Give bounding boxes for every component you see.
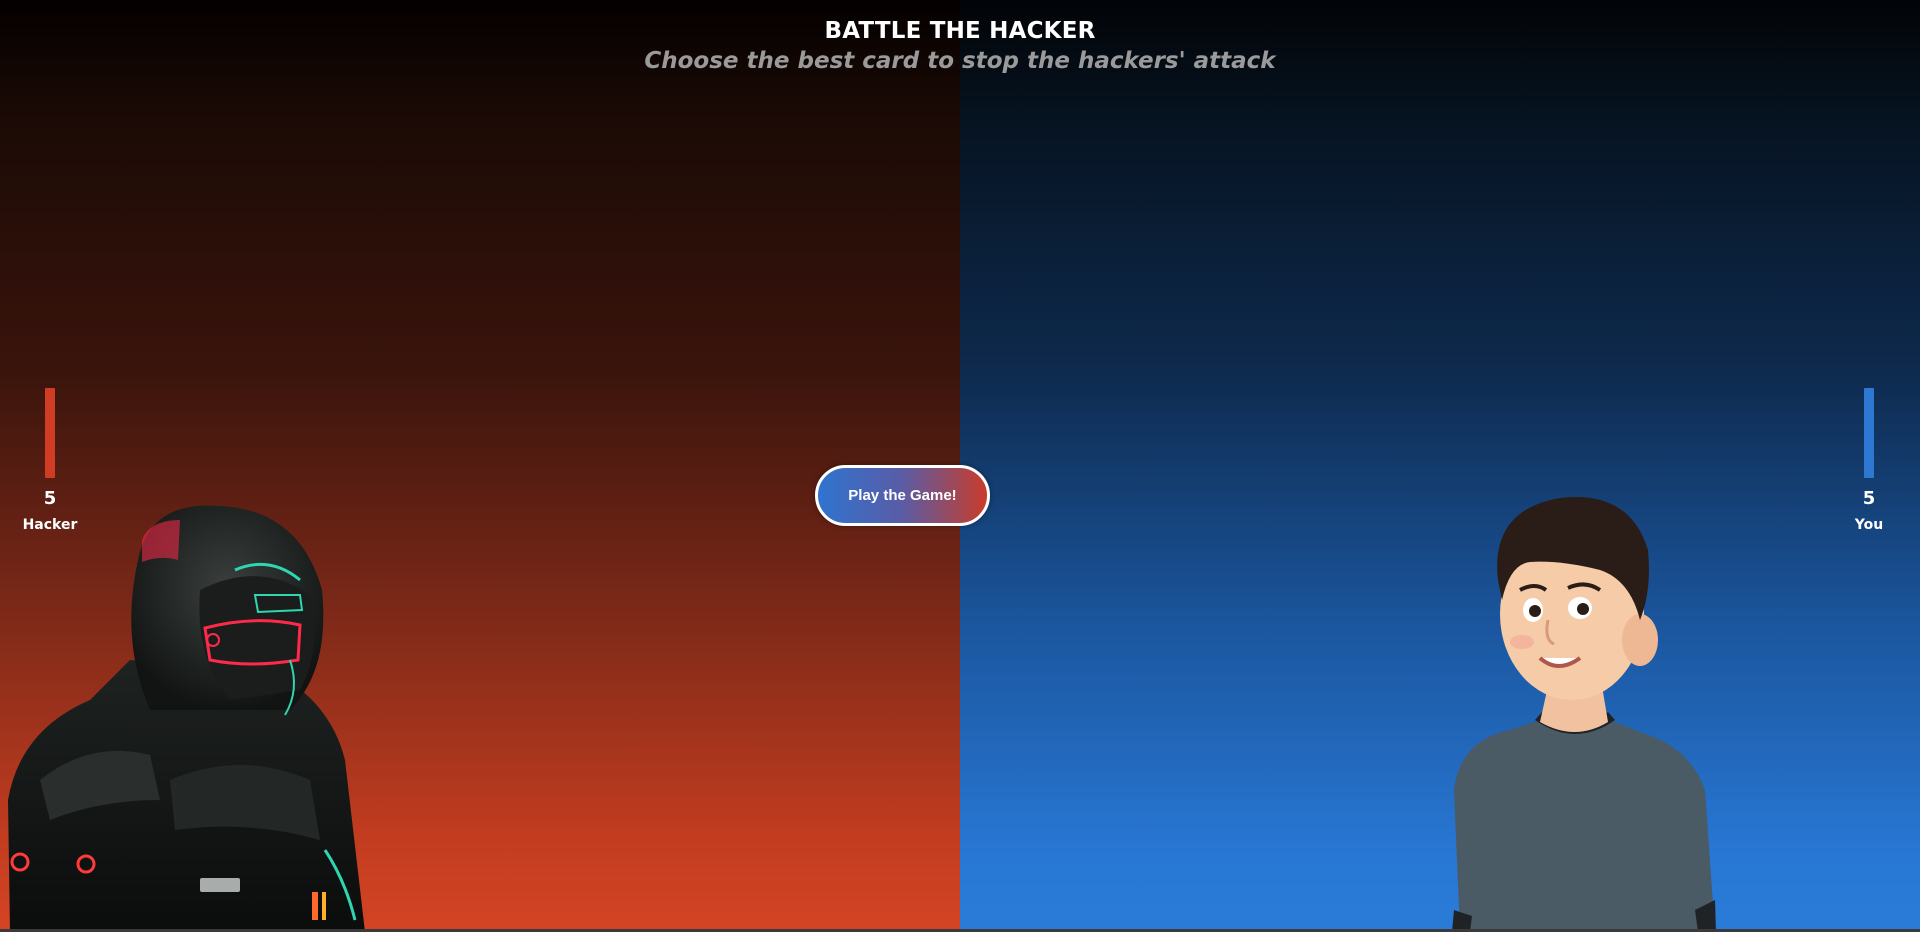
hacker-score-value: 5 xyxy=(43,488,57,509)
player-health-bar xyxy=(1864,388,1874,478)
player-score-panel: 5 You xyxy=(1829,388,1909,533)
player-score-label: You xyxy=(1854,517,1884,533)
player-score-value: 5 xyxy=(1862,488,1876,509)
hacker-health-bar xyxy=(45,388,55,478)
play-game-button[interactable]: Play the Game! xyxy=(815,465,990,526)
boy-avatar xyxy=(1452,497,1716,929)
hacker-score-panel: 5 Hacker xyxy=(10,388,90,533)
hacker-score-label: Hacker xyxy=(22,517,78,533)
game-stage: BATTLE THE HACKER Choose the best card t… xyxy=(0,0,1920,929)
hooded-hacker-avatar xyxy=(8,505,365,929)
